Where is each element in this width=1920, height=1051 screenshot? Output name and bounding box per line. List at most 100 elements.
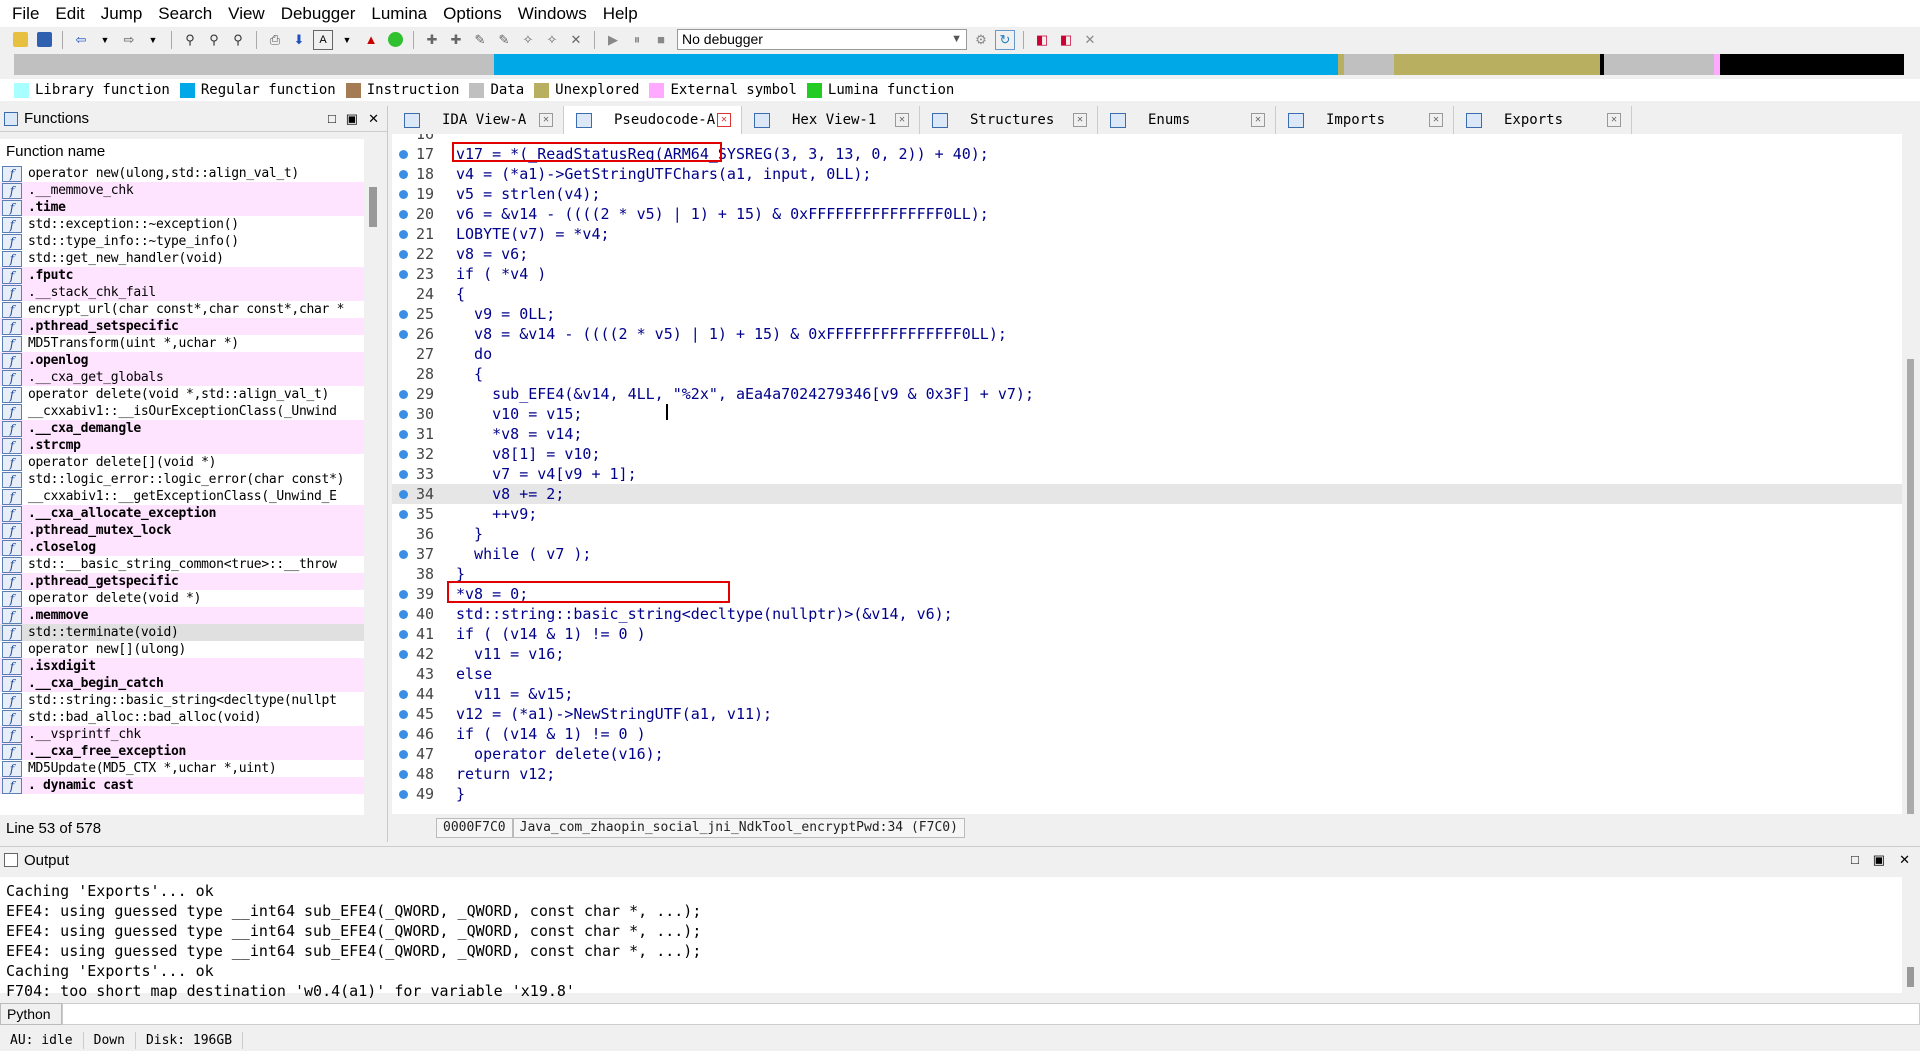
code-line[interactable]: 34 v8 += 2; [392, 484, 1902, 504]
function-list-item[interactable]: f . dynamic cast [0, 777, 364, 794]
tab-ida-view-a[interactable]: IDA View-A ✕ [392, 106, 564, 134]
breakpoint-dot-icon[interactable] [399, 489, 408, 499]
code-line[interactable]: 43 else [392, 664, 1902, 684]
python-command-input[interactable] [62, 1003, 1920, 1025]
binoculars-icon[interactable]: ⚲ [228, 30, 248, 50]
code-line[interactable]: 21 LOBYTE(v7) = *v4; [392, 224, 1902, 244]
breakpoint-dot-icon[interactable] [399, 189, 408, 199]
code-line[interactable]: 35 ++v9; [392, 504, 1902, 524]
code-line[interactable]: 29 sub_EFE4(&v14, 4LL, "%2x", aEa4a70242… [392, 384, 1902, 404]
function-list-item[interactable]: f .__cxa_allocate_exception [0, 505, 364, 522]
run-icon[interactable] [385, 30, 405, 50]
binoculars-icon[interactable]: ⚲ [204, 30, 224, 50]
function-list-item[interactable]: f operator new[](ulong) [0, 641, 364, 658]
pin-icon[interactable]: ✧ [542, 30, 562, 50]
menu-windows[interactable]: Windows [510, 0, 595, 27]
function-list-item[interactable]: f .pthread_getspecific [0, 573, 364, 590]
code-line[interactable]: 30 v10 = v15; [392, 404, 1902, 424]
code-line[interactable]: 48 return v12; [392, 764, 1902, 784]
breakpoint-dot-icon[interactable] [399, 329, 408, 339]
menu-options[interactable]: Options [435, 0, 510, 27]
function-list-item[interactable]: f .isxdigit [0, 658, 364, 675]
tab-structures[interactable]: Structures ✕ [920, 106, 1098, 134]
add-icon[interactable]: ✚ [422, 30, 442, 50]
code-line[interactable]: 49} [392, 784, 1902, 804]
code-line[interactable]: 18 v4 = (*a1)->GetStringUTFChars(a1, inpu… [392, 164, 1902, 184]
breakpoint-dot-icon[interactable] [399, 709, 408, 719]
code-line[interactable]: 47 operator delete(v16); [392, 744, 1902, 764]
output-scrollbar[interactable] [1902, 877, 1920, 993]
breakpoint-dot-icon[interactable] [399, 209, 408, 219]
function-list-item[interactable]: f std::__basic_string_common<true>::__thr… [0, 556, 364, 573]
pseudocode-view[interactable]: 16 17 v17 = *(_ReadStatusReg(ARM64_SYSREG(… [392, 134, 1902, 814]
breakpoint-dot-icon[interactable] [399, 169, 408, 179]
breakpoint-dot-icon[interactable] [399, 229, 408, 239]
function-list-item[interactable]: f .time [0, 199, 364, 216]
code-line[interactable]: 40 std::string::basic_string<decltype(nul… [392, 604, 1902, 624]
navigation-band[interactable] [14, 54, 1904, 75]
pin-icon[interactable]: ✧ [518, 30, 538, 50]
code-line[interactable]: 41 if ( (v14 & 1) != 0 ) [392, 624, 1902, 644]
breakpoint-dot-icon[interactable] [399, 589, 408, 599]
pseudocode-scrollbar[interactable] [1902, 134, 1920, 814]
save-icon[interactable] [34, 30, 54, 50]
code-line[interactable]: 27 do [392, 344, 1902, 364]
function-list-item[interactable]: f .__stack_chk_fail [0, 284, 364, 301]
tab-exports[interactable]: Exports ✕ [1454, 106, 1632, 134]
add-icon[interactable]: ✚ [446, 30, 466, 50]
print-icon[interactable]: ⎙ [265, 30, 285, 50]
code-line[interactable]: 31 *v8 = v14; [392, 424, 1902, 444]
edit-icon[interactable]: ✎ [494, 30, 514, 50]
close-tab-icon[interactable]: ✕ [1251, 113, 1265, 127]
function-list-item[interactable]: f .fputc [0, 267, 364, 284]
play-icon[interactable]: ▶ [603, 30, 623, 50]
delete-breakpoint-icon[interactable]: ✕ [1080, 30, 1100, 50]
python-language-button[interactable]: Python [0, 1003, 62, 1025]
function-list-item[interactable]: f .__cxa_get_globals [0, 369, 364, 386]
menu-edit[interactable]: Edit [47, 0, 92, 27]
close-tab-icon[interactable]: ✕ [895, 113, 909, 127]
function-list-item[interactable]: f encrypt_url(char const*,char const*,cha… [0, 301, 364, 318]
function-list-item[interactable]: f MD5Transform(uint *,uchar *) [0, 335, 364, 352]
menu-jump[interactable]: Jump [93, 0, 151, 27]
breakpoint-dot-icon[interactable] [399, 389, 408, 399]
dropdown-icon[interactable]: ▼ [337, 30, 357, 50]
code-line[interactable]: 33 v7 = v4[v9 + 1]; [392, 464, 1902, 484]
breakpoint-dot-icon[interactable] [399, 689, 408, 699]
function-list-item[interactable]: f .__cxa_free_exception [0, 743, 364, 760]
function-list-item[interactable]: f std::get_new_handler(void) [0, 250, 364, 267]
code-line[interactable]: 32 v8[1] = v10; [392, 444, 1902, 464]
function-list-scrollbar[interactable] [366, 139, 380, 815]
code-line[interactable]: 28 { [392, 364, 1902, 384]
step-icon[interactable]: ↻ [995, 29, 1015, 50]
breakpoint-dot-icon[interactable] [399, 449, 408, 459]
tab-hex-view-1[interactable]: Hex View-1 ✕ [742, 106, 920, 134]
close-icon[interactable]: ✕ [368, 111, 379, 127]
breakpoint-dot-icon[interactable] [399, 609, 408, 619]
close-icon[interactable]: ✕ [566, 30, 586, 50]
function-list-item[interactable]: f .pthread_mutex_lock [0, 522, 364, 539]
code-line[interactable]: 25 v9 = 0LL; [392, 304, 1902, 324]
function-list-item[interactable]: f .__vsprintf_chk [0, 726, 364, 743]
function-list-item[interactable]: f .openlog [0, 352, 364, 369]
breakpoint-dot-icon[interactable] [399, 749, 408, 759]
breakpoint-dot-icon[interactable] [399, 269, 408, 279]
restore-icon[interactable]: ▣ [1873, 852, 1885, 868]
menu-search[interactable]: Search [150, 0, 220, 27]
output-log[interactable]: Caching 'Exports'... ok EFE4: using guess… [0, 877, 1902, 1000]
forward-icon[interactable]: ⇨ [119, 30, 139, 50]
text-icon[interactable]: A [313, 29, 333, 50]
function-list-item[interactable]: f .memmove [0, 607, 364, 624]
breakpoint-dot-icon[interactable] [399, 729, 408, 739]
function-list-item[interactable]: f .closelog [0, 539, 364, 556]
function-list-item[interactable]: f operator delete[](void *) [0, 454, 364, 471]
function-list-item[interactable]: f std::type_info::~type_info() [0, 233, 364, 250]
menu-debugger[interactable]: Debugger [273, 0, 364, 27]
code-line[interactable]: 23 if ( *v4 ) [392, 264, 1902, 284]
breakpoint-dot-icon[interactable] [399, 509, 408, 519]
function-list-item[interactable]: f .__cxa_begin_catch [0, 675, 364, 692]
function-list-item[interactable]: f operator delete(void *) [0, 590, 364, 607]
close-tab-icon[interactable]: ✕ [1607, 113, 1621, 127]
maximize-icon[interactable]: □ [328, 111, 336, 127]
close-icon[interactable]: ✕ [1899, 852, 1910, 868]
